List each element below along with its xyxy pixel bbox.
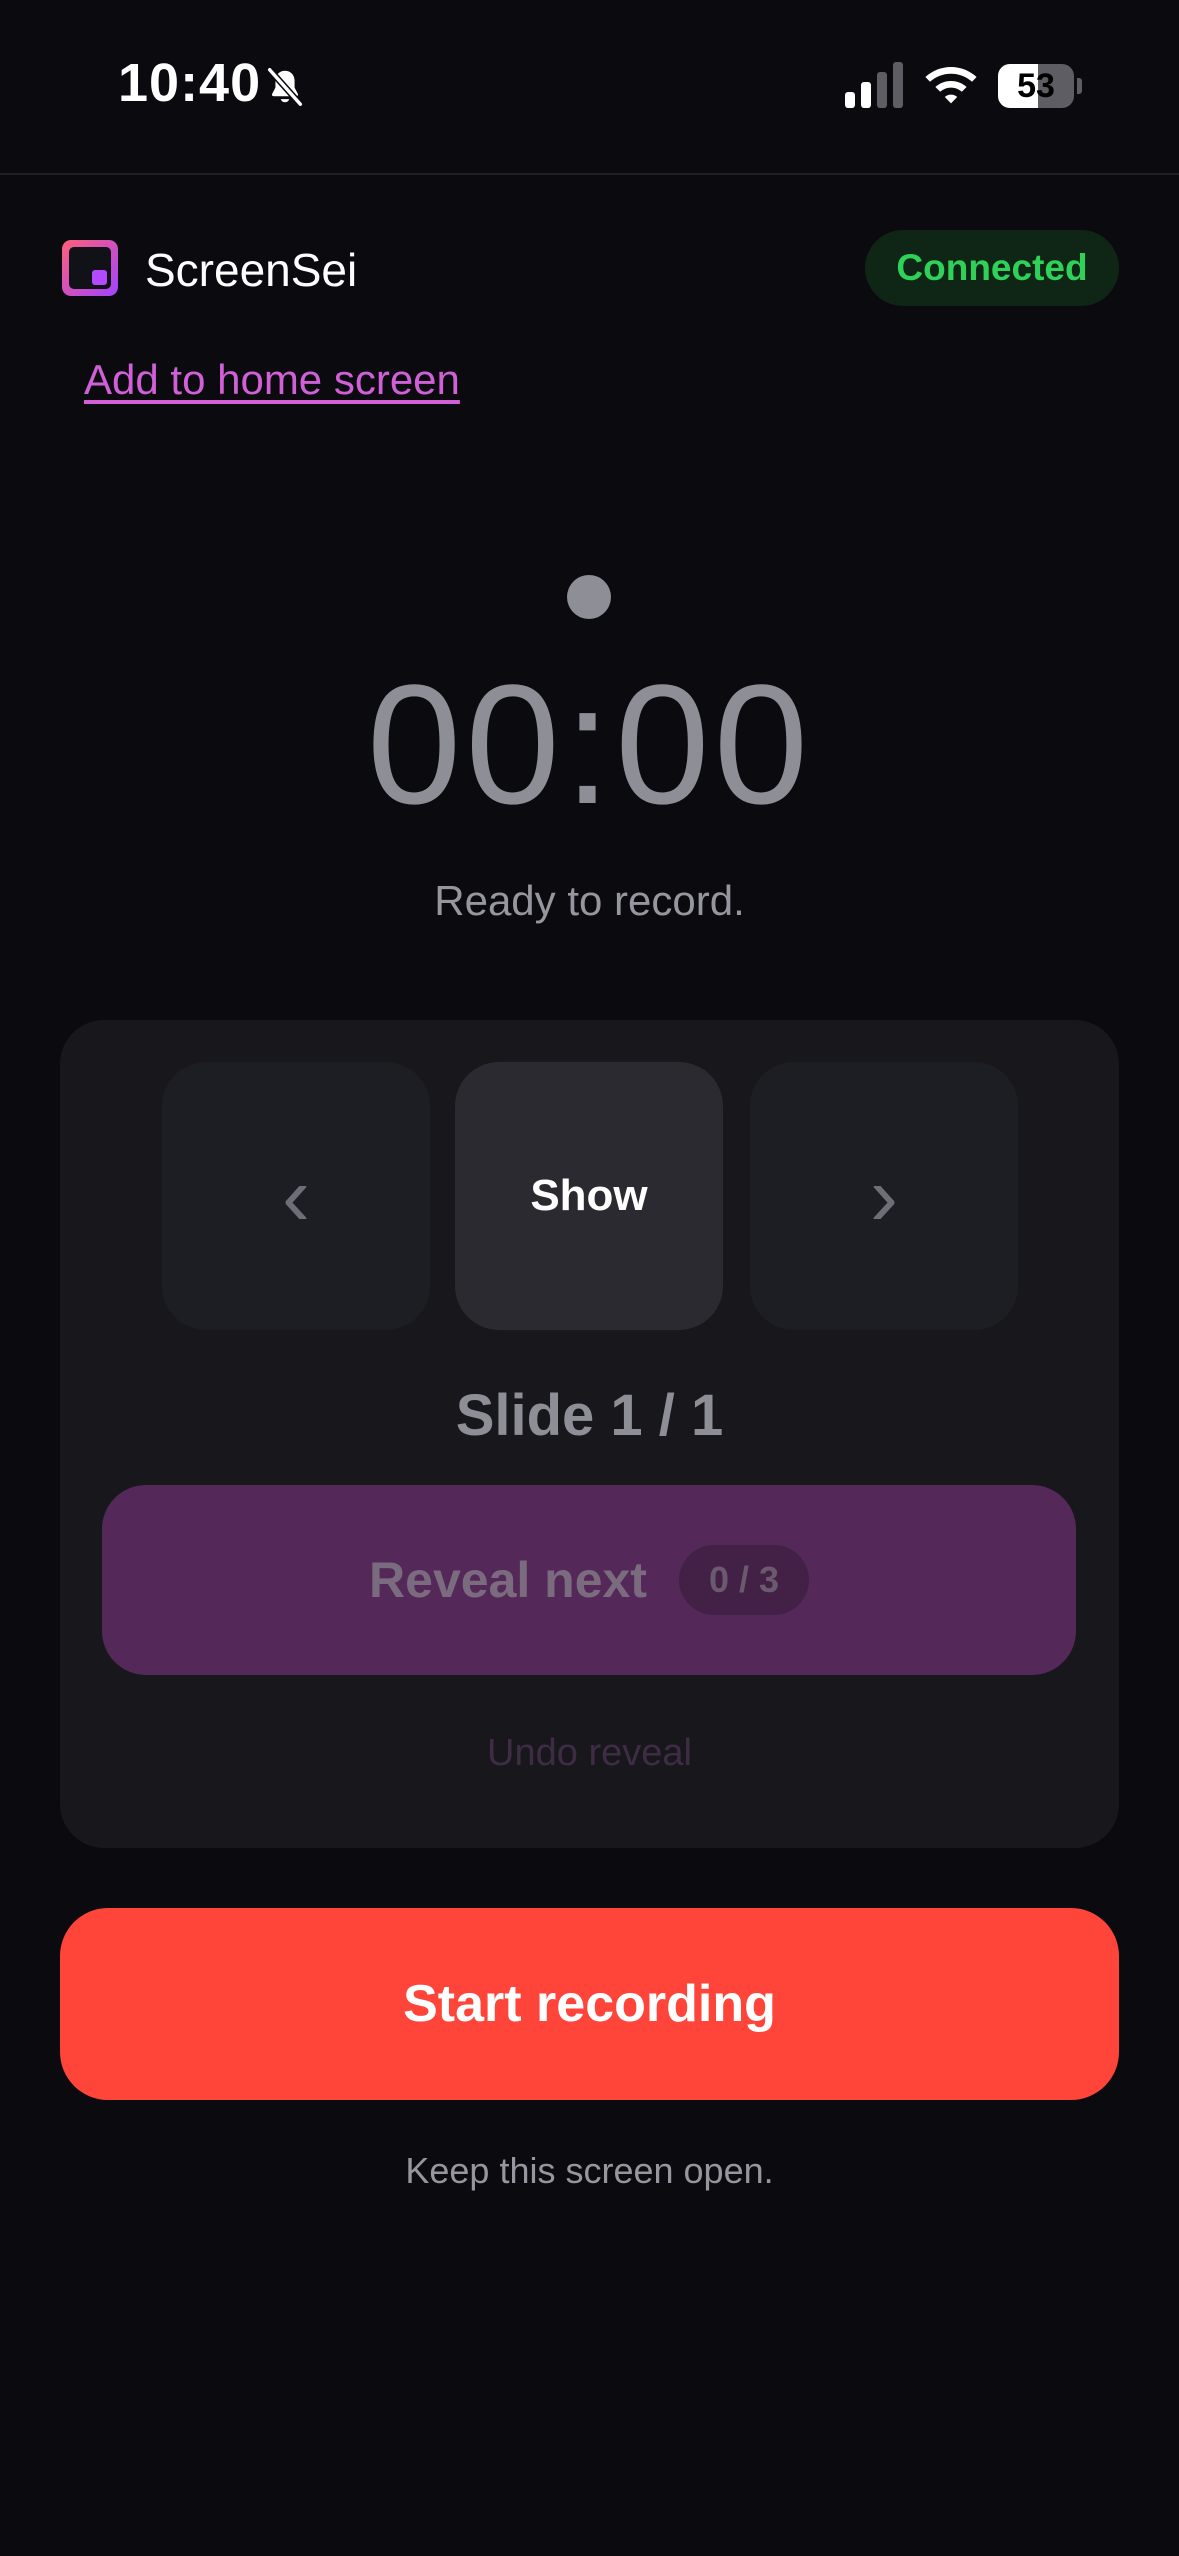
battery-level-text: 53 [1017, 67, 1055, 105]
cellular-signal-icon [845, 62, 903, 108]
reveal-next-button[interactable]: Reveal next 0 / 3 [102, 1485, 1076, 1675]
slide-counter: Slide 1 / 1 [455, 1383, 724, 1448]
previous-slide-button[interactable]: ‹ [162, 1062, 430, 1330]
add-to-home-screen-link[interactable]: Add to home screen [84, 356, 460, 404]
battery-body: 53 [998, 64, 1074, 108]
slide-control-panel: ‹ Show › Slide 1 / 1 Reveal next 0 / 3 U… [60, 1020, 1119, 1848]
bell-slash-icon [266, 66, 304, 108]
battery-cap [1077, 78, 1082, 94]
status-bar: 10:40 53 [0, 0, 1179, 175]
recorder-status-text: Ready to record. [434, 877, 745, 924]
reveal-count-badge: 0 / 3 [678, 1545, 809, 1615]
connection-status-badge: Connected [865, 230, 1119, 306]
reveal-next-label: Reveal next [369, 1552, 647, 1608]
wifi-icon [925, 67, 977, 104]
keep-open-hint: Keep this screen open. [405, 2150, 774, 2191]
status-time: 10:40 [118, 53, 262, 113]
record-indicator-dot [567, 575, 611, 619]
app-title: ScreenSei [145, 244, 358, 296]
recording-timer: 00:00 [366, 650, 813, 840]
undo-reveal-button[interactable]: Undo reveal [60, 1732, 1119, 1775]
show-slide-button[interactable]: Show [455, 1062, 723, 1330]
battery-icon: 53 [998, 64, 1082, 108]
next-slide-button[interactable]: › [750, 1062, 1018, 1330]
app-logo-icon [62, 240, 118, 296]
start-recording-button[interactable]: Start recording [60, 1908, 1119, 2100]
